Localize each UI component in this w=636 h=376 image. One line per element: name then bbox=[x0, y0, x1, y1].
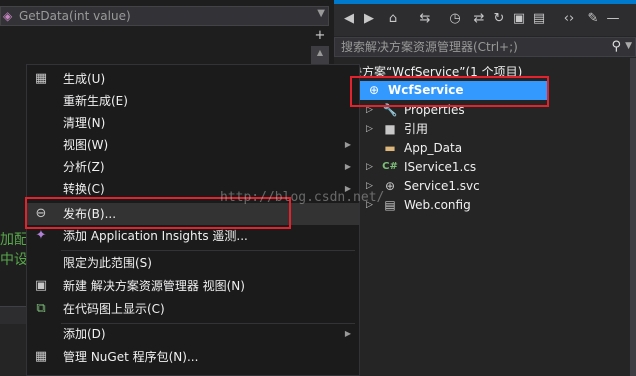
nuget-icon: ▦ bbox=[34, 349, 48, 364]
code-comment-fragment: 加配 bbox=[0, 232, 28, 248]
forward-icon[interactable]: ▶ bbox=[360, 10, 378, 28]
show-all-icon[interactable]: ▤ bbox=[530, 10, 548, 28]
tree-item-label: Web.config bbox=[404, 198, 471, 212]
insights-icon: ✦ bbox=[35, 228, 47, 243]
collapse-icon[interactable]: ▣ bbox=[510, 10, 528, 28]
menu-item-clean[interactable]: 清理(N) bbox=[27, 112, 359, 134]
member-nav-dropdown[interactable]: ◈ GetData(int value) ▼ bbox=[0, 6, 329, 26]
menu-item-scope-to-this[interactable]: 限定为此范围(S) bbox=[27, 252, 359, 274]
new-view-icon: ▣ bbox=[34, 278, 48, 293]
code-map-icon: ⧉ bbox=[36, 301, 46, 316]
menu-item-label: 清理(N) bbox=[63, 116, 106, 130]
menu-item-add[interactable]: 添加(D) ▶ bbox=[27, 323, 359, 345]
expand-arrow-icon[interactable]: ▷ bbox=[366, 158, 376, 177]
chevron-down-icon[interactable]: ▼ bbox=[625, 41, 632, 51]
solution-explorer-toolbar: ◀ ▶ ⌂ ⇆ ◷ ⇄ ↻ ▣ ▤ ‹› ✎ — bbox=[334, 0, 636, 36]
sync-icon[interactable]: ⇆ bbox=[416, 10, 434, 28]
menu-item-label: 生成(U) bbox=[63, 72, 106, 86]
split-icon: + bbox=[314, 28, 326, 43]
menu-item-build[interactable]: ▦ 生成(U) bbox=[27, 68, 359, 90]
solution-explorer: ◀ ▶ ⌂ ⇆ ◷ ⇄ ↻ ▣ ▤ ‹› ✎ — 搜索解决方案资源管理器(Ctr… bbox=[334, 0, 636, 376]
web-service-icon: ⊕ bbox=[384, 179, 396, 193]
submenu-arrow-icon: ▶ bbox=[344, 162, 351, 171]
search-icon[interactable]: ⚲ bbox=[611, 39, 621, 54]
menu-item-label: 管理 NuGet 程序包(N)... bbox=[63, 350, 199, 364]
csharp-file-icon: C# bbox=[382, 161, 398, 172]
history-icon[interactable]: ◷ bbox=[446, 10, 464, 28]
search-placeholder: 搜索解决方案资源管理器(Ctrl+;) bbox=[341, 40, 518, 54]
watermark: http://blog.csdn.net/ bbox=[220, 190, 385, 205]
menu-separator bbox=[61, 250, 355, 251]
switch-icon[interactable]: ⇄ bbox=[470, 10, 488, 28]
tree-item-label: 引用 bbox=[404, 122, 429, 136]
expand-arrow-icon[interactable]: ▷ bbox=[366, 120, 376, 139]
chevron-down-icon: ▼ bbox=[317, 8, 325, 19]
folder-icon: ▬ bbox=[384, 141, 396, 155]
submenu-arrow-icon: ▶ bbox=[344, 140, 351, 149]
menu-item-analyze[interactable]: 分析(Z) ▶ bbox=[27, 156, 359, 178]
tree-item[interactable]: ▷ C# IService1.cs bbox=[334, 158, 630, 177]
menu-item-label: 重新生成(E) bbox=[63, 94, 128, 108]
refresh-icon[interactable]: ↻ bbox=[490, 10, 508, 28]
menu-item-label: 限定为此范围(S) bbox=[63, 256, 152, 270]
tree-item[interactable]: ▬ App_Data bbox=[334, 139, 630, 158]
back-icon[interactable]: ◀ bbox=[340, 10, 358, 28]
menu-item-rebuild[interactable]: 重新生成(E) bbox=[27, 90, 359, 112]
method-icon: ◈ bbox=[3, 9, 13, 23]
tree-item[interactable]: ▷ ■ 引用 bbox=[334, 120, 630, 139]
code-comment-fragment: 中设 bbox=[0, 252, 28, 268]
menu-item-view[interactable]: 视图(W) ▶ bbox=[27, 134, 359, 156]
menu-item-new-view[interactable]: ▣ 新建 解决方案资源管理器 视图(N) bbox=[27, 275, 359, 297]
member-nav-text: GetData(int value) bbox=[19, 9, 131, 23]
split-window-button[interactable]: + bbox=[310, 28, 330, 44]
solution-explorer-scrollbar[interactable] bbox=[630, 58, 636, 376]
title-strip bbox=[334, 0, 636, 4]
menu-item-label: 分析(Z) bbox=[63, 160, 105, 174]
build-icon: ▦ bbox=[34, 71, 48, 86]
references-icon: ■ bbox=[384, 122, 396, 136]
auto-hide-icon[interactable]: — bbox=[604, 10, 622, 28]
menu-item-code-map[interactable]: ⧉ 在代码图上显示(C) bbox=[27, 298, 359, 320]
solution-explorer-search[interactable]: 搜索解决方案资源管理器(Ctrl+;) ⚲ ▼ bbox=[334, 37, 636, 57]
menu-item-label: 新建 解决方案资源管理器 视图(N) bbox=[63, 279, 245, 293]
submenu-arrow-icon: ▶ bbox=[344, 329, 351, 338]
menu-item-label: 视图(W) bbox=[63, 138, 109, 152]
menu-item-label: 在代码图上显示(C) bbox=[63, 302, 165, 316]
scroll-up-icon[interactable]: ▲ bbox=[311, 46, 329, 60]
tree-item-label: App_Data bbox=[404, 141, 463, 155]
tree-item-label: IService1.cs bbox=[404, 160, 477, 174]
tree-item-label: Service1.svc bbox=[404, 179, 480, 193]
properties-wrench-icon[interactable]: ✎ bbox=[584, 10, 602, 28]
menu-item-nuget[interactable]: ▦ 管理 NuGet 程序包(N)... bbox=[27, 346, 359, 368]
code-view-icon[interactable]: ‹› bbox=[560, 10, 578, 28]
home-icon[interactable]: ⌂ bbox=[384, 10, 402, 28]
config-file-icon: ▤ bbox=[384, 198, 396, 212]
menu-item-label: 添加(D) bbox=[63, 327, 106, 341]
highlight-box-project bbox=[350, 76, 549, 107]
